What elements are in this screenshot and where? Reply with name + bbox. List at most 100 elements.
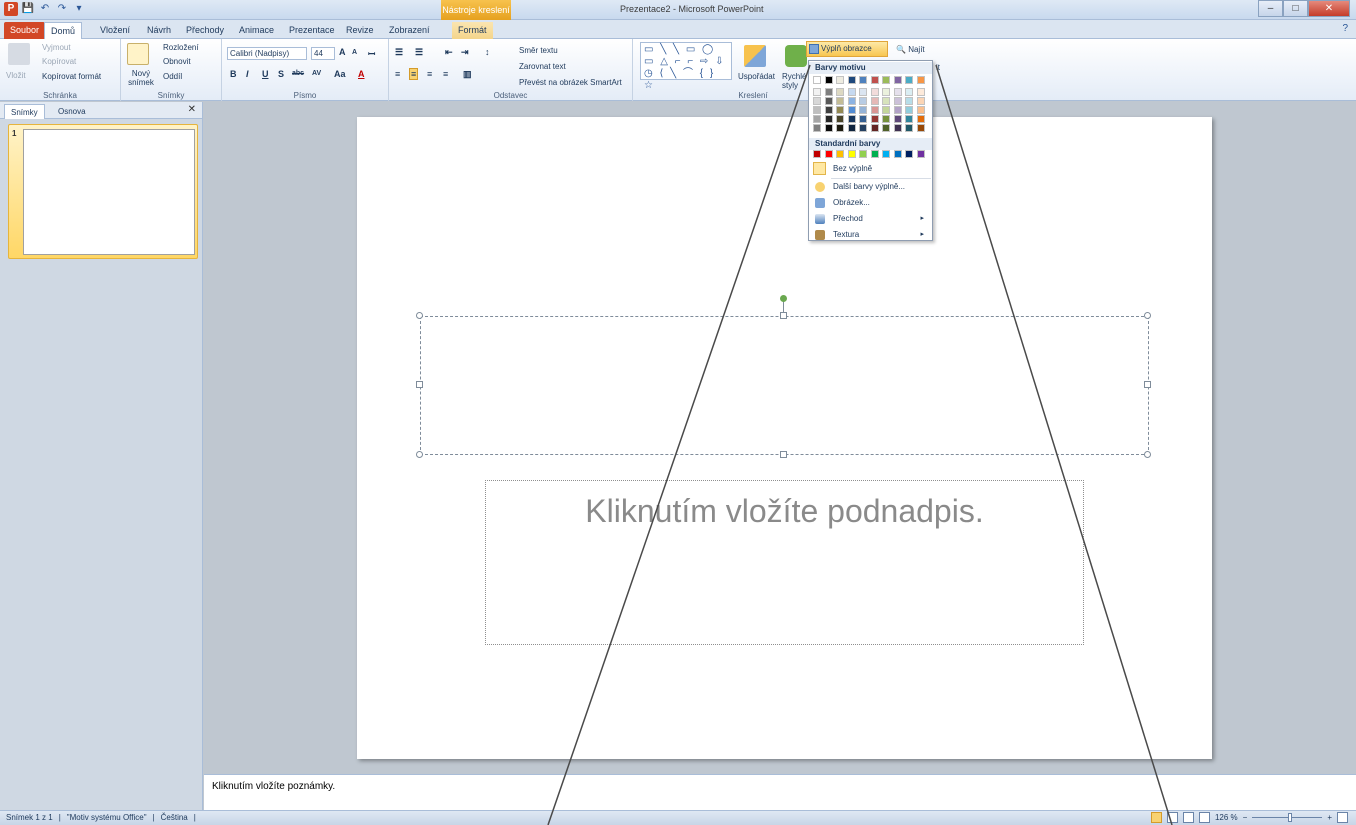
- theme-shade-swatch[interactable]: [882, 124, 890, 132]
- more-fill-colors-item[interactable]: Další barvy výplně...: [809, 179, 932, 194]
- format-painter-button[interactable]: Kopírovat formát: [42, 72, 101, 81]
- tab-home[interactable]: Domů: [44, 22, 83, 39]
- picture-fill-item[interactable]: Obrázek...: [809, 195, 932, 210]
- font-color-button[interactable]: A: [358, 69, 365, 79]
- decrease-indent-button[interactable]: ⇤: [445, 47, 453, 58]
- theme-shade-swatch[interactable]: [905, 88, 913, 96]
- justify-button[interactable]: ≡: [443, 69, 448, 79]
- tab-transitions[interactable]: Přechody: [180, 22, 230, 39]
- arrange-icon[interactable]: [744, 45, 766, 67]
- increase-indent-button[interactable]: ⇥: [461, 47, 469, 58]
- arrange-button[interactable]: Uspořádat: [738, 72, 775, 81]
- theme-shade-swatch[interactable]: [836, 106, 844, 114]
- clear-formatting-button[interactable]: ꟷ: [368, 47, 375, 60]
- character-spacing-button[interactable]: AV: [312, 70, 321, 77]
- undo-icon[interactable]: ↶: [38, 2, 52, 16]
- standard-color-swatch[interactable]: [836, 150, 844, 158]
- zoom-level[interactable]: 126 %: [1215, 813, 1238, 822]
- theme-shade-swatch[interactable]: [882, 106, 890, 114]
- zoom-out-button[interactable]: −: [1243, 813, 1248, 822]
- standard-color-swatch[interactable]: [882, 150, 890, 158]
- theme-shade-swatch[interactable]: [905, 115, 913, 123]
- theme-shade-swatch[interactable]: [813, 88, 821, 96]
- theme-shade-swatch[interactable]: [905, 124, 913, 132]
- title-placeholder[interactable]: [420, 316, 1149, 455]
- customize-qat-icon[interactable]: ▾: [72, 2, 86, 16]
- theme-shade-swatch[interactable]: [916, 115, 925, 123]
- theme-shade-swatch[interactable]: [847, 97, 856, 105]
- help-icon[interactable]: ?: [1342, 23, 1348, 34]
- underline-button[interactable]: U: [262, 69, 269, 79]
- resize-handle-top[interactable]: [780, 312, 787, 319]
- theme-shade-swatch[interactable]: [893, 115, 902, 123]
- cut-button[interactable]: Vyjmout: [42, 43, 71, 52]
- align-text-button[interactable]: Zarovnat text: [519, 62, 566, 71]
- tab-slideshow[interactable]: Prezentace: [283, 22, 341, 39]
- convert-smartart-button[interactable]: Převést na obrázek SmartArt: [519, 78, 622, 87]
- zoom-in-button[interactable]: +: [1327, 813, 1332, 822]
- theme-shade-swatch[interactable]: [847, 115, 856, 123]
- standard-color-swatch[interactable]: [847, 150, 856, 158]
- tab-outline[interactable]: Osnova: [52, 104, 92, 119]
- theme-shade-swatch[interactable]: [882, 97, 890, 105]
- resize-handle-bottom-left[interactable]: [416, 451, 423, 458]
- align-right-button[interactable]: ≡: [427, 69, 432, 79]
- tab-animations[interactable]: Animace: [233, 22, 280, 39]
- minimize-button[interactable]: –: [1258, 0, 1283, 17]
- theme-shade-swatch[interactable]: [859, 106, 867, 114]
- theme-shade-swatch[interactable]: [882, 115, 890, 123]
- shadow-button[interactable]: S: [278, 69, 284, 79]
- text-direction-button[interactable]: Směr textu: [519, 46, 558, 55]
- status-language[interactable]: Čeština: [161, 813, 188, 822]
- resize-handle-bottom-right[interactable]: [1144, 451, 1151, 458]
- shape-fill-button[interactable]: Výplň obrazce: [806, 41, 888, 57]
- theme-shade-swatch[interactable]: [916, 124, 925, 132]
- tab-view[interactable]: Zobrazení: [383, 22, 436, 39]
- align-left-button[interactable]: ≡: [395, 69, 400, 79]
- theme-shade-swatch[interactable]: [847, 106, 856, 114]
- theme-shade-swatch[interactable]: [847, 88, 856, 96]
- theme-shade-swatch[interactable]: [824, 88, 833, 96]
- subtitle-placeholder[interactable]: Kliknutím vložíte podnadpis.: [485, 480, 1084, 645]
- copy-button[interactable]: Kopírovat: [42, 57, 76, 66]
- theme-shade-swatch[interactable]: [824, 115, 833, 123]
- theme-color-swatch[interactable]: [882, 76, 890, 84]
- theme-shade-swatch[interactable]: [813, 115, 821, 123]
- quick-styles-button[interactable]: Rychlé styly: [782, 72, 810, 90]
- theme-shade-swatch[interactable]: [836, 88, 844, 96]
- theme-shade-swatch[interactable]: [905, 97, 913, 105]
- theme-shade-swatch[interactable]: [916, 106, 925, 114]
- pane-close-icon[interactable]: ✕: [188, 104, 196, 115]
- resize-handle-top-right[interactable]: [1144, 312, 1151, 319]
- font-name-select[interactable]: Calibri (Nadpisy): [227, 47, 307, 60]
- redo-icon[interactable]: ↷: [55, 2, 69, 16]
- theme-shade-swatch[interactable]: [893, 124, 902, 132]
- standard-color-swatch[interactable]: [893, 150, 902, 158]
- slideshow-view-icon[interactable]: [1198, 812, 1210, 823]
- bold-button[interactable]: B: [230, 69, 237, 79]
- new-slide-button[interactable]: Nový snímek: [124, 69, 158, 87]
- font-size-select[interactable]: 44: [311, 47, 335, 60]
- new-slide-icon[interactable]: [127, 43, 149, 65]
- slide-thumbnail-selected[interactable]: 1: [8, 124, 198, 259]
- numbering-button[interactable]: ☰: [415, 47, 423, 58]
- tab-format[interactable]: Formát: [452, 22, 493, 39]
- texture-fill-item[interactable]: Textura ▸: [809, 227, 932, 242]
- grow-font-button[interactable]: A: [339, 47, 346, 57]
- find-button[interactable]: 🔍 Najít: [896, 45, 925, 54]
- paste-icon[interactable]: [8, 43, 30, 65]
- theme-shade-swatch[interactable]: [916, 88, 925, 96]
- theme-color-swatch[interactable]: [916, 76, 925, 84]
- resize-handle-right[interactable]: [1144, 381, 1151, 388]
- italic-button[interactable]: I: [246, 69, 249, 79]
- theme-shade-swatch[interactable]: [882, 88, 890, 96]
- standard-color-swatch[interactable]: [870, 150, 879, 158]
- theme-shade-swatch[interactable]: [847, 124, 856, 132]
- theme-shade-swatch[interactable]: [905, 106, 913, 114]
- maximize-button[interactable]: □: [1283, 0, 1308, 17]
- fit-to-window-icon[interactable]: [1337, 812, 1348, 823]
- quick-styles-icon[interactable]: [785, 45, 807, 67]
- tab-file[interactable]: Soubor: [4, 22, 46, 39]
- tab-design[interactable]: Návrh: [141, 22, 177, 39]
- rotation-handle[interactable]: [780, 295, 787, 302]
